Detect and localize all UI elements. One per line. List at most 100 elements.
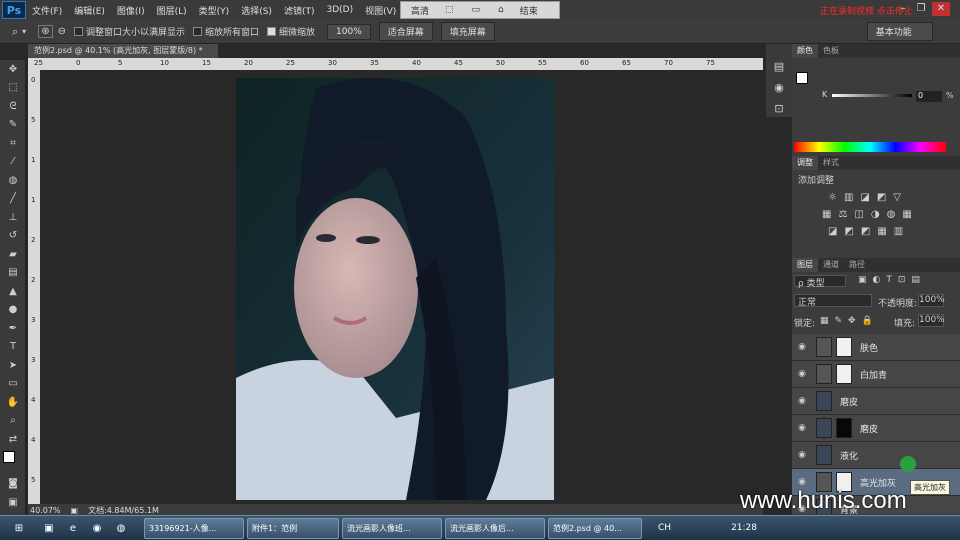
ie-icon[interactable]: e: [62, 518, 84, 538]
dodge-tool-icon[interactable]: ●: [0, 301, 26, 320]
recorder-quality[interactable]: 高清: [411, 4, 429, 17]
eye-icon[interactable]: ◉: [792, 369, 812, 379]
zoom-out-icon[interactable]: ⊖: [58, 26, 66, 37]
qq-icon[interactable]: ◉: [86, 518, 108, 538]
tab-swatches[interactable]: 色板: [818, 44, 844, 58]
recorder-end-button[interactable]: 结束: [520, 4, 538, 17]
adjustment-icons-row-2[interactable]: ▦⚖◫◑◍▦: [822, 209, 954, 220]
gradient-tool-icon[interactable]: ▤: [0, 264, 26, 283]
zoom-all-checkbox[interactable]: [192, 27, 202, 36]
menu-filter[interactable]: 滤镜(T): [278, 4, 321, 17]
color-swatches-icon[interactable]: [0, 449, 26, 475]
start-button-icon[interactable]: ⊞: [2, 518, 36, 538]
menu-layer[interactable]: 图层(L): [151, 4, 193, 17]
taskbar-item[interactable]: 流光画影人像班...: [342, 517, 442, 539]
wechat-icon[interactable]: ◍: [110, 518, 132, 538]
marquee-tool-icon[interactable]: ⬚: [0, 79, 26, 98]
adjustment-icons-row-1[interactable]: ☼▥◪◩▽: [828, 192, 954, 203]
fit-screen-button[interactable]: 适合屏幕: [378, 22, 433, 41]
blur-tool-icon[interactable]: ▲: [0, 282, 26, 301]
menu-file[interactable]: 文件(F): [26, 4, 68, 17]
history-brush-icon[interactable]: ↺: [0, 227, 26, 246]
layer-filter-select[interactable]: ρ 类型: [794, 275, 846, 289]
tab-color[interactable]: 颜色: [792, 44, 818, 58]
zoom-in-icon[interactable]: ⊕: [38, 25, 53, 38]
tab-channels[interactable]: 通道: [818, 258, 844, 272]
recorder-window-icon[interactable]: ▭: [472, 5, 481, 15]
eye-icon[interactable]: ◉: [792, 423, 812, 433]
close-button[interactable]: ✕: [932, 2, 950, 16]
layer-row[interactable]: ◉ 白加青: [792, 361, 960, 388]
taskbar-item[interactable]: 附件1：范例: [247, 517, 339, 539]
document-tab[interactable]: 范例2.psd @ 40.1% (高光加灰, 图层蒙版/8) *: [28, 44, 218, 58]
taskbar-item[interactable]: 33196921-人像...: [144, 517, 244, 539]
quick-select-tool-icon[interactable]: ✎: [0, 116, 26, 135]
layer-row[interactable]: ◉ 磨皮: [792, 415, 960, 442]
clock[interactable]: 21:28: [731, 523, 757, 533]
eye-icon[interactable]: ◉: [792, 342, 812, 352]
history-panel-icon[interactable]: ▤: [766, 60, 792, 73]
workspace-select[interactable]: 基本功能: [866, 22, 933, 41]
menu-3d[interactable]: 3D(D): [320, 5, 359, 15]
menu-image[interactable]: 图像(I): [111, 4, 151, 17]
type-tool-icon[interactable]: T: [0, 338, 26, 357]
restore-button[interactable]: ❐: [912, 2, 930, 16]
zoom-icon[interactable]: ⌕: [12, 25, 18, 39]
tab-paths[interactable]: 路径: [844, 258, 870, 272]
crop-tool-icon[interactable]: ⌗: [0, 134, 26, 153]
actual-pixels-button[interactable]: 100%: [327, 23, 371, 40]
lock-icons[interactable]: ▦✎✥🔒: [820, 316, 879, 326]
zoom-tool-icon[interactable]: ⌕: [0, 412, 26, 431]
stamp-tool-icon[interactable]: ⊥: [0, 208, 26, 227]
fill-screen-button[interactable]: 填充屏幕: [440, 22, 495, 41]
menu-type[interactable]: 类型(Y): [193, 4, 236, 17]
input-language[interactable]: CH: [658, 523, 671, 533]
adjustment-icons-row-3[interactable]: ◪◩◩▦▥: [828, 226, 954, 237]
lasso-tool-icon[interactable]: ᘓ: [0, 97, 26, 116]
chevron-down-icon[interactable]: ▾: [22, 27, 26, 36]
filter-icons[interactable]: ▣◐T⊡▤: [858, 275, 926, 285]
tab-styles[interactable]: 样式: [818, 156, 844, 170]
k-slider[interactable]: [832, 94, 912, 97]
menu-view[interactable]: 视图(V): [359, 4, 402, 17]
minimize-button[interactable]: –: [894, 2, 912, 16]
tab-adjustments[interactable]: 调整: [792, 156, 818, 170]
k-value-input[interactable]: 0: [916, 91, 942, 102]
ps-taskbar-icon[interactable]: ▣: [38, 518, 60, 538]
tab-layers[interactable]: 图层: [792, 258, 818, 272]
taskbar-item-active[interactable]: 范例2.psd @ 40...: [548, 517, 642, 539]
blend-mode-select[interactable]: 正常: [794, 294, 872, 308]
info-panel-icon[interactable]: ⊡: [766, 102, 792, 115]
pen-tool-icon[interactable]: ✒: [0, 319, 26, 338]
healing-tool-icon[interactable]: ◍: [0, 171, 26, 190]
layer-row[interactable]: ◉ 液化: [792, 442, 960, 469]
zoom-level[interactable]: 40.07%: [30, 506, 61, 515]
menu-edit[interactable]: 编辑(E): [68, 4, 111, 17]
eye-icon[interactable]: ◉: [792, 450, 812, 460]
opacity-input[interactable]: 100%: [918, 294, 945, 307]
path-select-tool-icon[interactable]: ➤: [0, 356, 26, 375]
eyedropper-tool-icon[interactable]: ⁄: [0, 153, 26, 172]
color-spectrum[interactable]: [794, 142, 946, 152]
taskbar-item[interactable]: 流光画影人像后...: [445, 517, 545, 539]
eraser-tool-icon[interactable]: ▰: [0, 245, 26, 264]
menu-select[interactable]: 选择(S): [235, 4, 278, 17]
brush-tool-icon[interactable]: ╱: [0, 190, 26, 209]
foreground-swatch[interactable]: [796, 72, 808, 84]
fill-input[interactable]: 100%: [918, 314, 945, 327]
status-icon[interactable]: ▣: [71, 506, 79, 515]
eye-icon[interactable]: ◉: [792, 396, 812, 406]
shape-tool-icon[interactable]: ▭: [0, 375, 26, 394]
layer-row[interactable]: ◉ 肤色: [792, 334, 960, 361]
eye-icon[interactable]: ◉: [792, 477, 812, 487]
resize-window-checkbox[interactable]: [73, 27, 83, 36]
properties-panel-icon[interactable]: ◉: [766, 81, 792, 94]
hand-tool-icon[interactable]: ✋: [0, 393, 26, 412]
screen-mode-icon[interactable]: ▣: [0, 493, 26, 512]
portrait-photo[interactable]: [236, 78, 554, 500]
scrubby-zoom-checkbox[interactable]: [267, 27, 276, 36]
quick-mask-icon[interactable]: ◙: [0, 475, 26, 494]
recorder-region-icon[interactable]: ⬚: [445, 5, 454, 15]
move-tool-icon[interactable]: ✥: [0, 60, 26, 79]
recorder-home-icon[interactable]: ⌂: [498, 5, 504, 15]
